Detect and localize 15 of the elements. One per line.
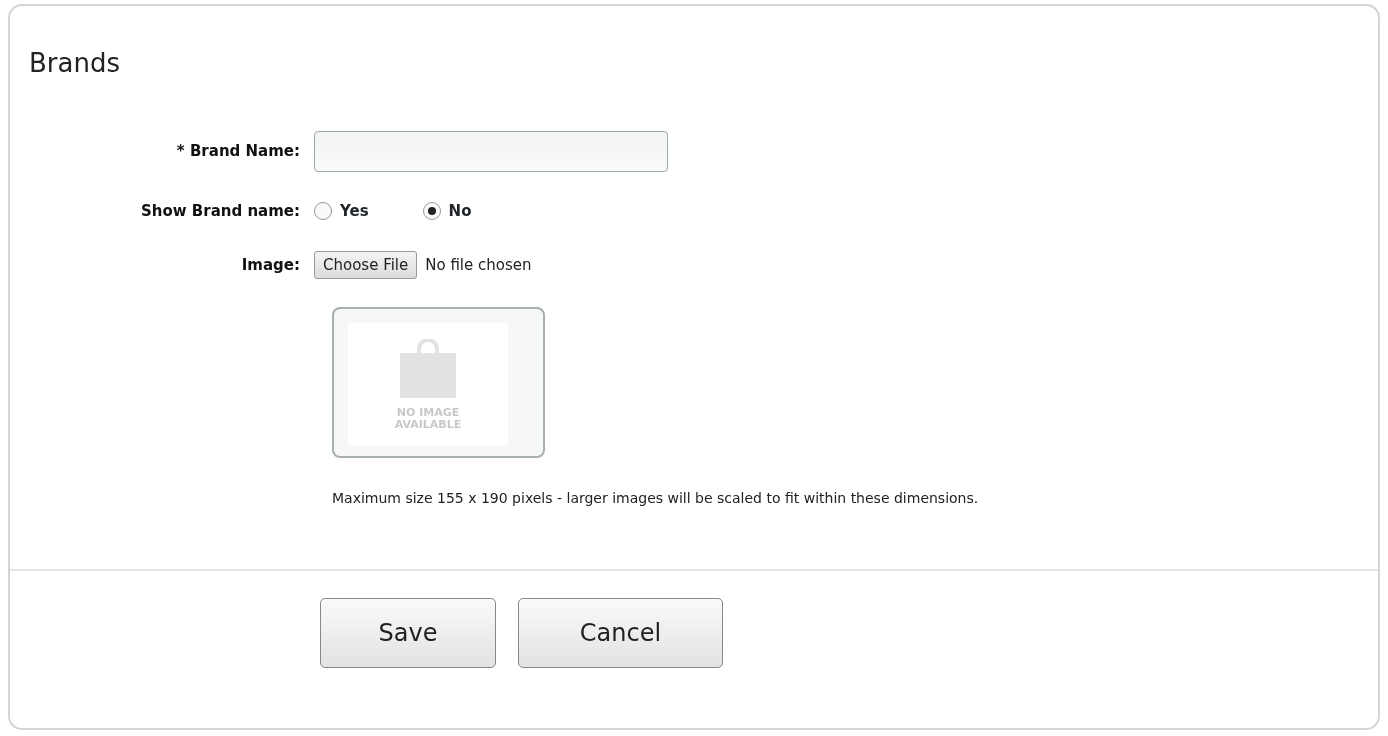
radio-button[interactable] (314, 202, 332, 221)
radio-label: No (448, 201, 472, 223)
text-field[interactable] (314, 131, 668, 173)
choose-file-button[interactable]: Choose File (314, 250, 418, 280)
radio-label: Yes (340, 201, 369, 223)
radio-button[interactable] (422, 202, 441, 221)
field-label: * Brand Name: (175, 141, 301, 163)
help-text: Maximum size 155 x 190 pixels - larger images will be scaled to fit within these dimensions. (332, 489, 980, 509)
file-status: No file chosen (425, 254, 532, 276)
bag-icon (399, 338, 457, 399)
cancel-button[interactable]: Cancel (518, 598, 723, 669)
page-title: Brands (29, 48, 121, 80)
field-label: Image: (240, 254, 301, 276)
save-button[interactable]: Save (320, 598, 496, 669)
field-label: Show Brand name: (139, 201, 301, 223)
